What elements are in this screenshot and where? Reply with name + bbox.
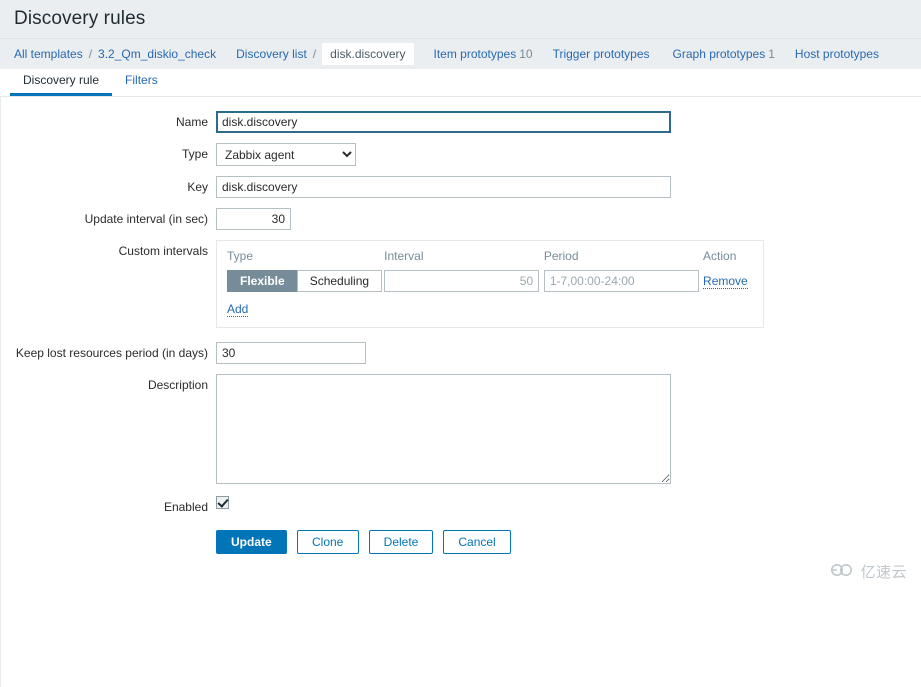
- custom-intervals-table: Type Interval Period Action Flexible Sch…: [227, 249, 753, 292]
- update-interval-control: [216, 208, 291, 230]
- custom-intervals-header-row: Type Interval Period Action: [227, 249, 753, 270]
- cell-interval: [384, 270, 544, 292]
- breadcrumb-trigger-prototypes-label[interactable]: Trigger prototypes: [553, 47, 650, 61]
- cancel-button[interactable]: Cancel: [443, 530, 511, 554]
- keep-lost-control: [216, 342, 366, 364]
- breadcrumb-separator-1: /: [88, 47, 93, 61]
- form-row-custom-intervals: Custom intervals Type Interval Period Ac…: [1, 240, 921, 328]
- interval-input[interactable]: [384, 270, 540, 292]
- form-row-description: Description: [1, 374, 921, 484]
- description-control: [216, 374, 671, 484]
- custom-intervals-box: Type Interval Period Action Flexible Sch…: [216, 240, 764, 328]
- custom-intervals-control: Type Interval Period Action Flexible Sch…: [216, 240, 764, 328]
- cell-action: Remove: [703, 270, 753, 292]
- type-label: Type: [181, 147, 208, 161]
- custom-intervals-body: Flexible Scheduling Remov: [227, 270, 753, 292]
- breadcrumb-item-prototypes[interactable]: Item prototypes 10: [434, 47, 533, 61]
- breadcrumb-item-prototypes-count: 10: [519, 47, 533, 61]
- breadcrumb-template-name[interactable]: 3.2_Qm_diskio_check: [98, 47, 216, 61]
- column-header-type: Type: [227, 249, 254, 263]
- enabled-label: Enabled: [163, 500, 208, 514]
- watermark: 亿速云: [830, 561, 907, 582]
- type-control: Zabbix agentZabbix agent (active)Simple …: [216, 143, 356, 166]
- breadcrumb-host-prototypes[interactable]: Host prototypes: [795, 47, 882, 61]
- breadcrumb-graph-prototypes-label[interactable]: Graph prototypes: [673, 47, 766, 61]
- watermark-text: 亿速云: [860, 563, 907, 581]
- update-interval-input[interactable]: [216, 208, 291, 230]
- tab-discovery-rule[interactable]: Discovery rule: [10, 69, 113, 96]
- breadcrumb-all-templates[interactable]: All templates: [14, 47, 83, 61]
- form-row-keep-lost: Keep lost resources period (in days): [1, 342, 921, 364]
- table-row: Flexible Scheduling Remov: [227, 270, 753, 292]
- breadcrumb-host-prototypes-label[interactable]: Host prototypes: [795, 47, 879, 61]
- discovery-rule-form: Name Type Zabbix agentZabbix agent (acti…: [0, 97, 921, 687]
- breadcrumb-discovery-group: Discovery list / disk.discovery: [236, 43, 414, 65]
- breadcrumb: All templates / 3.2_Qm_diskio_check Disc…: [0, 38, 921, 69]
- key-input[interactable]: [216, 176, 671, 198]
- toggle-scheduling[interactable]: Scheduling: [296, 270, 383, 292]
- page-title: Discovery rules: [14, 8, 146, 29]
- form-row-key: Key: [1, 176, 921, 198]
- name-label: Name: [175, 115, 208, 129]
- name-control: [216, 111, 671, 133]
- cell-period: [543, 270, 703, 292]
- tab-bar: Discovery rule Filters: [0, 69, 921, 97]
- keep-lost-input[interactable]: [216, 342, 366, 364]
- column-header-interval: Interval: [384, 249, 424, 263]
- enabled-checkbox[interactable]: [216, 496, 229, 509]
- cloud-logo-icon: [830, 562, 856, 581]
- remove-interval-link[interactable]: Remove: [703, 274, 748, 289]
- add-interval-link[interactable]: Add: [227, 302, 249, 317]
- delete-button[interactable]: Delete: [368, 530, 434, 554]
- tab-filters[interactable]: Filters: [112, 69, 171, 96]
- form-row-update-interval: Update interval (in sec): [1, 208, 921, 230]
- type-select[interactable]: Zabbix agentZabbix agent (active)Simple …: [216, 143, 356, 166]
- update-interval-label: Update interval (in sec): [84, 212, 208, 226]
- form-row-enabled: Enabled: [1, 496, 921, 518]
- key-label: Key: [187, 180, 208, 194]
- form-row-buttons: Update Clone Delete Cancel: [1, 530, 921, 554]
- custom-intervals-head: Type Interval Period Action: [227, 249, 753, 270]
- breadcrumb-discovery-list[interactable]: Discovery list: [236, 47, 307, 61]
- update-button[interactable]: Update: [216, 530, 287, 554]
- breadcrumb-separator-2: /: [312, 47, 317, 61]
- form-row-name: Name: [1, 111, 921, 133]
- breadcrumb-template-group: All templates / 3.2_Qm_diskio_check: [14, 47, 216, 61]
- description-textarea[interactable]: [216, 374, 671, 484]
- custom-intervals-label: Custom intervals: [118, 244, 208, 258]
- breadcrumb-item-prototypes-label[interactable]: Item prototypes: [434, 47, 517, 61]
- name-input[interactable]: [216, 111, 671, 133]
- form-row-type: Type Zabbix agentZabbix agent (active)Si…: [1, 143, 921, 166]
- toggle-flexible[interactable]: Flexible: [227, 270, 297, 292]
- breadcrumb-current-item: disk.discovery: [322, 43, 414, 65]
- breadcrumb-graph-prototypes[interactable]: Graph prototypes 1: [673, 47, 775, 61]
- column-header-action: Action: [703, 249, 737, 263]
- enabled-control: [216, 496, 229, 509]
- key-control: [216, 176, 671, 198]
- form-action-buttons: Update Clone Delete Cancel: [216, 530, 511, 554]
- breadcrumb-trigger-prototypes[interactable]: Trigger prototypes: [553, 47, 653, 61]
- description-label: Description: [147, 378, 208, 392]
- page-header: Discovery rules: [0, 0, 921, 38]
- period-input[interactable]: [543, 270, 699, 292]
- column-header-period: Period: [543, 249, 579, 263]
- clone-button[interactable]: Clone: [296, 530, 359, 554]
- keep-lost-label: Keep lost resources period (in days): [15, 346, 208, 360]
- breadcrumb-graph-prototypes-count: 1: [768, 47, 775, 61]
- interval-type-toggle: Flexible Scheduling: [227, 270, 383, 292]
- cell-type: Flexible Scheduling: [227, 270, 384, 292]
